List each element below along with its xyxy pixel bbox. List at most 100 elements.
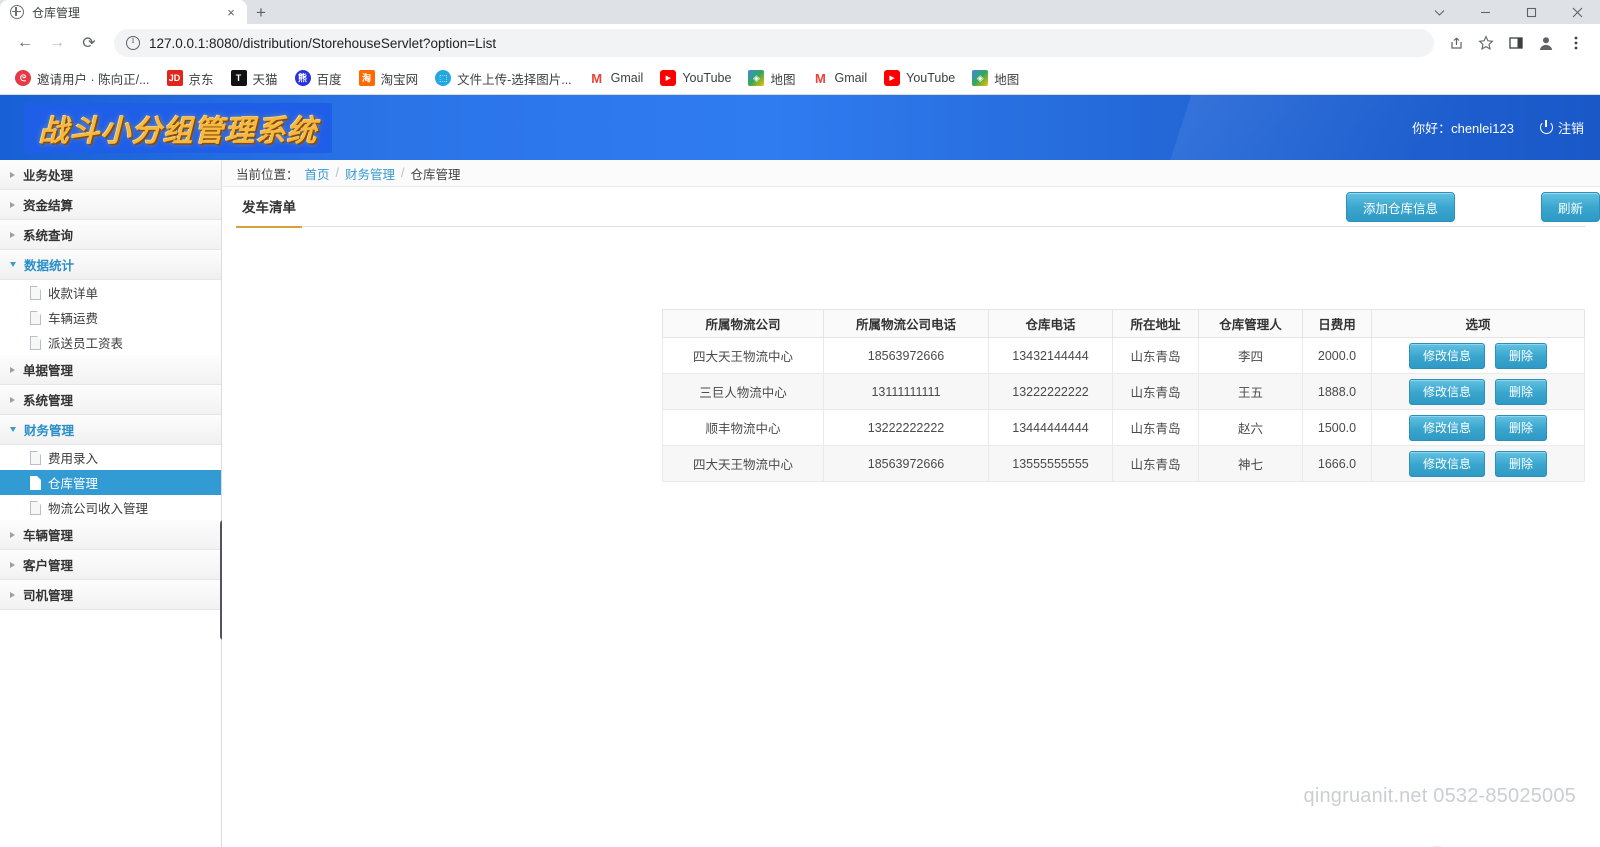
bookmark-item[interactable]: JD 京东: [160, 65, 221, 92]
reload-icon[interactable]: ⟳: [74, 28, 104, 58]
app-header: 战斗小分组管理系统 你好：chenlei123 注销: [0, 95, 1600, 160]
window-controls: [1416, 0, 1600, 24]
sidebar-group-4[interactable]: 单据管理: [0, 355, 221, 385]
edit-row-button[interactable]: 修改信息: [1408, 342, 1485, 369]
youtube-icon: ▶: [660, 70, 677, 86]
chevron-down-icon[interactable]: [1416, 0, 1462, 24]
breadcrumb-separator: /: [335, 166, 340, 180]
sidepanel-icon[interactable]: [1502, 29, 1530, 57]
edit-row-button[interactable]: 修改信息: [1408, 450, 1485, 477]
bookmark-item[interactable]: M Gmail: [805, 66, 874, 90]
row-action-group: 修改信息 删除: [1372, 414, 1584, 441]
minimize-icon[interactable]: [1462, 0, 1508, 24]
sidebar-item-6-2[interactable]: 物流公司收入管理: [0, 495, 221, 520]
sidebar-group-9[interactable]: 司机管理: [0, 580, 221, 610]
bookmark-item[interactable]: ᘓ 邀请用户 · 陈向正/...: [8, 65, 157, 92]
browser-tab[interactable]: 仓库管理 ×: [0, 0, 247, 24]
menu-icon[interactable]: [1562, 29, 1590, 57]
sidebar-group-label: 财务管理: [24, 424, 75, 438]
profile-icon[interactable]: [1532, 29, 1560, 57]
document-icon: [30, 450, 41, 465]
sidebar-group-0[interactable]: 业务处理: [0, 160, 221, 190]
bookmark-label: YouTube: [682, 71, 732, 85]
address-bar[interactable]: 127.0.0.1:8080/distribution/StorehouseSe…: [114, 29, 1434, 57]
cell-address: 山东青岛: [1112, 445, 1199, 482]
refresh-button[interactable]: 刷新: [1540, 192, 1600, 222]
table-column-header: 日费用: [1302, 309, 1372, 338]
panel-title: 发车清单: [236, 196, 302, 228]
delete-row-button[interactable]: 删除: [1495, 450, 1548, 477]
cell-address: 山东青岛: [1112, 337, 1199, 374]
sidebar-item-6-1[interactable]: 仓库管理: [0, 470, 221, 495]
tab-close-icon[interactable]: ×: [223, 6, 239, 19]
sidebar-group-2[interactable]: 系统查询: [0, 220, 221, 250]
bookmark-item[interactable]: M Gmail: [582, 66, 651, 90]
warehouse-table-wrapper: 所属物流公司 所属物流公司电话 仓库电话 所在地址 仓库管理人 日费用 选项 四大天王物流中…: [662, 309, 1585, 482]
bookmark-label: 京东: [188, 72, 214, 87]
cell-manager: 王五: [1198, 373, 1303, 410]
sidebar-group-1[interactable]: 资金结算: [0, 190, 221, 220]
logout-button[interactable]: 注销: [1539, 118, 1584, 137]
sidebar-group-5[interactable]: 系统管理: [0, 385, 221, 415]
sidebar-item-label: 收款详单: [48, 287, 99, 301]
site-info-icon[interactable]: [126, 35, 140, 50]
breadcrumb-prefix: 当前位置：: [236, 167, 299, 182]
sidebar-item-3-2[interactable]: 派送员工资表: [0, 330, 221, 355]
delete-row-button[interactable]: 删除: [1495, 378, 1548, 405]
star-icon[interactable]: [1472, 29, 1500, 57]
delete-row-button[interactable]: 删除: [1495, 342, 1548, 369]
bookmark-item[interactable]: ◈ 地图: [965, 65, 1026, 92]
bookmark-item[interactable]: ▶ YouTube: [877, 66, 962, 90]
bookmark-item[interactable]: T 天猫: [224, 65, 285, 92]
add-warehouse-button[interactable]: 添加仓库信息: [1345, 192, 1455, 222]
tab-strip: 仓库管理 × +: [0, 0, 1600, 24]
sidebar-item-3-0[interactable]: 收款详单: [0, 280, 221, 305]
main-content: 当前位置： 首页 / 财务管理 / 仓库管理 发车清单 添加仓库信息 刷新 所属…: [222, 160, 1600, 847]
cell-daily-fee: 1888.0: [1302, 373, 1372, 410]
sidebar-group-7[interactable]: 车辆管理: [0, 520, 221, 550]
sidebar-item-6-0[interactable]: 费用录入: [0, 445, 221, 470]
cell-warehouse-phone: 13444444444: [988, 409, 1113, 446]
cell-company: 四大天王物流中心: [662, 445, 824, 482]
panel: 发车清单 添加仓库信息 刷新: [222, 187, 1600, 228]
sidebar-group-3[interactable]: 数据统计: [0, 250, 221, 280]
close-icon[interactable]: [1554, 0, 1600, 24]
sidebar-group-label: 数据统计: [24, 259, 75, 273]
sidebar-item-label: 派送员工资表: [48, 337, 124, 351]
edit-row-button[interactable]: 修改信息: [1408, 414, 1485, 441]
bookmark-label: Gmail: [610, 71, 644, 85]
bookmark-item[interactable]: ▶ YouTube: [653, 66, 738, 90]
cell-actions: 修改信息 删除: [1371, 445, 1585, 482]
share-icon[interactable]: [1442, 29, 1470, 57]
back-icon[interactable]: ←: [10, 28, 40, 58]
maximize-icon[interactable]: [1508, 0, 1554, 24]
bookmark-item[interactable]: ⬚ 文件上传-选择图片...: [428, 65, 579, 92]
document-icon: [30, 285, 41, 300]
sidebar: 业务处理 资金结算 系统查询数据统计收款详单车辆运费派送员工资表单据管理 系统管理财务…: [0, 160, 227, 847]
cell-address: 山东青岛: [1112, 409, 1199, 446]
globe-icon: [10, 5, 24, 19]
sidebar-group-8[interactable]: 客户管理: [0, 550, 221, 580]
delete-row-button[interactable]: 删除: [1495, 414, 1548, 441]
sidebar-item-3-1[interactable]: 车辆运费: [0, 305, 221, 330]
bookmark-item[interactable]: 熊百度: [288, 65, 349, 92]
table-header-row: 所属物流公司 所属物流公司电话 仓库电话 所在地址 仓库管理人 日费用 选项: [662, 309, 1585, 338]
breadcrumb-link-finance[interactable]: 财务管理: [345, 164, 395, 183]
warehouse-table: 所属物流公司 所属物流公司电话 仓库电话 所在地址 仓库管理人 日费用 选项 四大天王物流中…: [662, 309, 1585, 482]
sidebar-group-6[interactable]: 财务管理: [0, 415, 221, 445]
bookmark-label: 邀请用户 · 陈向正/...: [37, 72, 150, 87]
breadcrumb-link-home[interactable]: 首页: [305, 164, 330, 183]
bookmark-label: 文件上传-选择图片...: [457, 72, 572, 87]
document-icon: [30, 500, 41, 515]
table-column-header: 仓库电话: [988, 309, 1113, 338]
tab-title: 仓库管理: [32, 5, 81, 20]
bookmark-item[interactable]: 淘淘宝网: [352, 65, 426, 92]
youtube-icon: ▶: [884, 70, 901, 86]
cell-company: 顺丰物流中心: [662, 409, 824, 446]
edit-row-button[interactable]: 修改信息: [1408, 378, 1485, 405]
sidebar-group-label: 车辆管理: [23, 529, 74, 543]
new-tab-button[interactable]: +: [247, 0, 275, 24]
invite-icon: ᘓ: [15, 70, 31, 86]
forward-icon[interactable]: →: [42, 28, 72, 58]
bookmark-item[interactable]: ◈ 地图: [741, 65, 802, 92]
